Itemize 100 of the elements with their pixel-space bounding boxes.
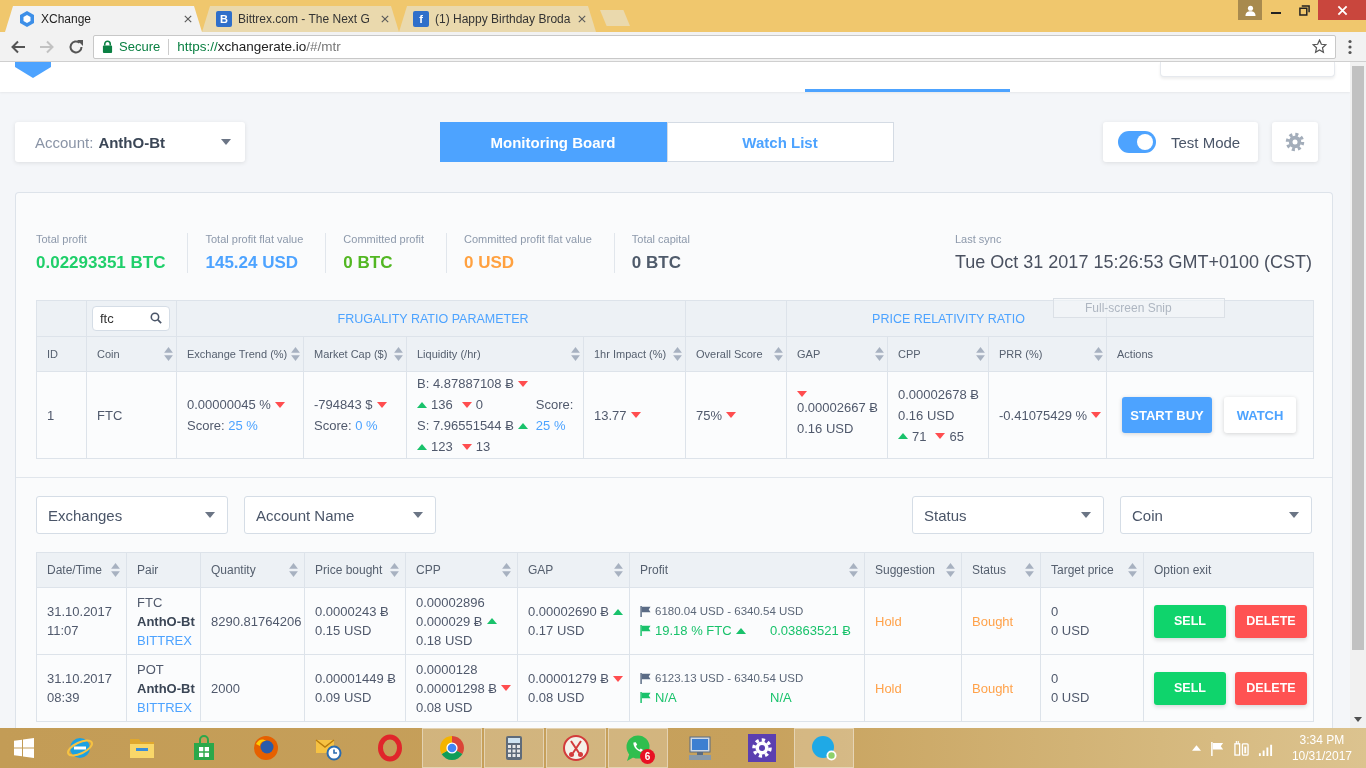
favicon-letter: f: [413, 11, 429, 27]
view-tab[interactable]: Monitoring Board: [439, 122, 667, 162]
power-plug-icon[interactable]: [1233, 740, 1249, 756]
watch-button[interactable]: WATCH: [1224, 397, 1297, 433]
sort-icon[interactable]: [390, 563, 399, 577]
sort-icon[interactable]: [774, 347, 783, 361]
price-range: 6123.13 USD - 6340.54 USD: [655, 671, 804, 686]
lock-icon: [102, 40, 113, 53]
trend-value: -794843 $: [314, 396, 373, 414]
stat-label: Committed profit flat value: [464, 233, 592, 246]
flag-icon: [640, 673, 651, 684]
browser-tab[interactable]: f (1) Happy Birthday Broda: [399, 6, 596, 32]
back-icon[interactable]: [10, 38, 26, 55]
exchange-link[interactable]: BITTREX: [137, 697, 192, 717]
sort-icon[interactable]: [289, 563, 298, 577]
scroll-down-icon[interactable]: [1354, 717, 1362, 722]
suggestion-text: Hold: [875, 613, 902, 629]
browser-tab[interactable]: B Bittrex.com - The Next G: [202, 6, 399, 32]
notification-badge: 6: [640, 749, 655, 764]
profit-amount: N/A: [770, 689, 792, 707]
caret-icon: [1081, 512, 1091, 518]
account-name: AnthO-Bt: [137, 612, 195, 631]
filter-dropdown[interactable]: Status: [912, 496, 1104, 534]
caret-up-icon[interactable]: [1191, 745, 1201, 751]
browser-tab[interactable]: XChange: [5, 6, 202, 32]
reload-icon[interactable]: [68, 38, 84, 55]
sort-icon[interactable]: [614, 563, 623, 577]
search-field[interactable]: ftc: [92, 306, 170, 331]
delete-button[interactable]: DELETE: [1235, 671, 1307, 705]
taskbar-app[interactable]: 6: [608, 728, 668, 768]
stat-label: Total capital: [631, 233, 690, 246]
up-triangle-icon: [417, 443, 427, 450]
stat-label: Committed profit: [343, 233, 425, 246]
column-header: Profit: [640, 563, 668, 577]
search-icon[interactable]: [150, 312, 162, 324]
cpp-value: 0.00002896: [416, 593, 485, 612]
buy-button[interactable]: START BUY: [1122, 397, 1213, 433]
sell-liquidity: S: 7.96551544 Ƀ: [417, 417, 514, 435]
taskbar-app[interactable]: [546, 728, 606, 768]
filter-dropdown[interactable]: Coin: [1120, 496, 1312, 534]
down-count: 13: [475, 438, 491, 456]
flag-icon: [640, 692, 651, 703]
column-header: PRR (%): [999, 348, 1043, 360]
sort-icon[interactable]: [875, 347, 884, 361]
address-bar[interactable]: Secure https://xchangerate.io/#/mtr: [93, 34, 1336, 59]
sort-icon[interactable]: [571, 347, 580, 361]
close-icon[interactable]: [184, 15, 192, 23]
cpp-btc: 0.00002678 Ƀ: [898, 385, 979, 404]
sort-icon[interactable]: [1094, 347, 1104, 361]
sort-icon[interactable]: [111, 563, 120, 577]
delete-button[interactable]: DELETE: [1235, 604, 1307, 638]
exchange-link[interactable]: BITTREX: [137, 630, 192, 650]
sort-icon[interactable]: [976, 347, 985, 361]
sort-icon[interactable]: [849, 563, 858, 577]
star-icon[interactable]: [1312, 39, 1327, 54]
column-header: Overall Score: [696, 348, 763, 360]
cpp-btc: 0.000029 Ƀ: [416, 612, 483, 631]
scrollbar-thumb[interactable]: [1352, 66, 1364, 650]
caret-icon: [205, 512, 215, 518]
header-button[interactable]: [1160, 62, 1335, 77]
sort-icon[interactable]: [1128, 563, 1137, 577]
down-count: 65: [949, 427, 964, 446]
close-icon[interactable]: [381, 15, 389, 23]
favicon-letter: B: [216, 11, 232, 27]
filter-dropdown[interactable]: Account Name: [244, 496, 436, 534]
view-tab[interactable]: Watch List: [666, 122, 894, 162]
taskbar-app[interactable]: [484, 728, 544, 768]
status-text: Bought: [972, 613, 1014, 629]
flag-icon[interactable]: [1209, 740, 1225, 756]
sort-icon[interactable]: [1025, 563, 1034, 577]
stat-value: 0 BTC: [343, 253, 393, 273]
sort-icon[interactable]: [673, 347, 682, 361]
column-header: 1hr Impact (%): [594, 348, 667, 360]
toggle-switch[interactable]: [1118, 131, 1156, 153]
group-title: PRICE RELATIVITY RATIO: [872, 312, 1025, 326]
menu-icon[interactable]: [1348, 38, 1352, 55]
stat-label: Total profit flat value: [205, 233, 304, 246]
close-icon[interactable]: [578, 15, 586, 23]
cpp-usd: 0.08 USD: [416, 698, 473, 717]
account-dropdown[interactable]: Account: AnthO-Bt: [15, 122, 245, 162]
filter-dropdown[interactable]: Exchanges: [36, 496, 228, 534]
scrollbar[interactable]: [1350, 62, 1366, 728]
column-header: CPP: [416, 563, 441, 577]
sort-icon[interactable]: [946, 563, 955, 577]
overall-score: 75%: [696, 406, 723, 425]
minimize-icon: [1271, 11, 1281, 15]
ring-icon: [376, 734, 404, 762]
sort-icon[interactable]: [164, 347, 173, 361]
globe-icon: [252, 734, 280, 762]
cpp-usd: 0.16 USD: [898, 406, 955, 425]
sort-icon[interactable]: [291, 347, 300, 361]
sort-icon[interactable]: [502, 563, 511, 577]
new-tab-button[interactable]: [600, 10, 630, 26]
settings-button[interactable]: [1272, 122, 1318, 162]
tooltip: Full-screen Snip: [1053, 298, 1225, 318]
status-text: Bought: [972, 680, 1014, 696]
secure-label[interactable]: Secure: [119, 39, 161, 54]
up-count: 136: [431, 396, 453, 414]
sort-icon[interactable]: [394, 347, 403, 361]
hexagon-icon: [19, 11, 35, 27]
